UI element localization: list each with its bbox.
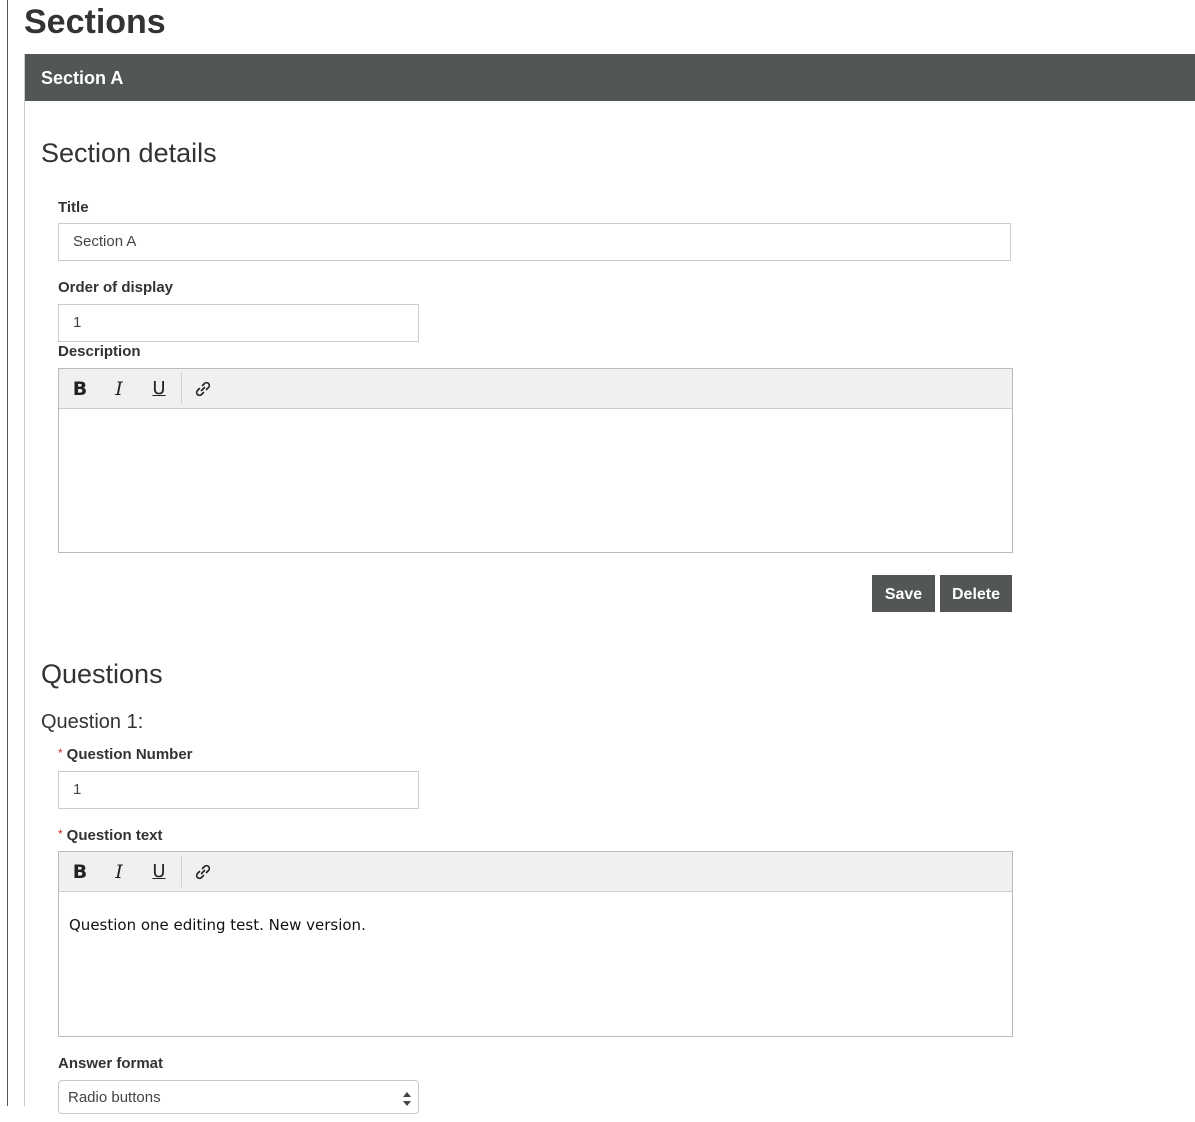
section-details-heading: Section details [41,138,217,168]
question-1-heading: Question 1: [41,711,144,733]
section-panel: Section A Section details Title Section … [24,54,1195,1114]
description-editor: B I U [58,368,1013,553]
page-title: Sections [24,3,166,41]
description-label: Description [58,343,141,360]
answer-format-select[interactable]: Radio buttons [58,1080,419,1114]
bold-icon[interactable]: B [69,377,91,401]
save-button[interactable]: Save [872,575,935,612]
toolbar-divider [181,373,182,404]
question-text-editor: B I U Question one editing test. New ver… [58,851,1013,1037]
answer-format-value: Radio buttons [68,1089,161,1106]
underline-icon[interactable]: U [148,860,170,884]
title-label: Title [58,199,89,216]
italic-icon[interactable]: I [108,860,130,884]
delete-button[interactable]: Delete [940,575,1012,612]
question-text-label: * Question text [58,827,163,844]
editor-toolbar: B I U [59,852,1012,892]
required-marker: * [58,827,63,841]
order-of-display-label: Order of display [58,279,174,296]
toolbar-divider [181,856,182,887]
question-text-content[interactable]: Question one editing test. New version. [59,892,1012,1037]
questions-heading: Questions [41,659,163,689]
link-icon[interactable] [192,860,214,884]
question-number-input[interactable]: 1 [58,771,419,809]
question-number-label: * Question Number [58,746,193,763]
underline-icon[interactable]: U [148,377,170,401]
select-arrows-icon [402,1088,412,1108]
order-of-display-input[interactable]: 1 [58,304,419,342]
italic-icon[interactable]: I [108,377,130,401]
editor-toolbar: B I U [59,369,1012,409]
left-border [7,0,8,1106]
required-marker: * [58,746,63,760]
title-input[interactable]: Section A [58,223,1011,261]
bold-icon[interactable]: B [69,860,91,884]
answer-format-label: Answer format [58,1055,164,1072]
description-content[interactable] [59,409,1012,553]
link-icon[interactable] [192,377,214,401]
section-header[interactable]: Section A [25,54,1195,101]
